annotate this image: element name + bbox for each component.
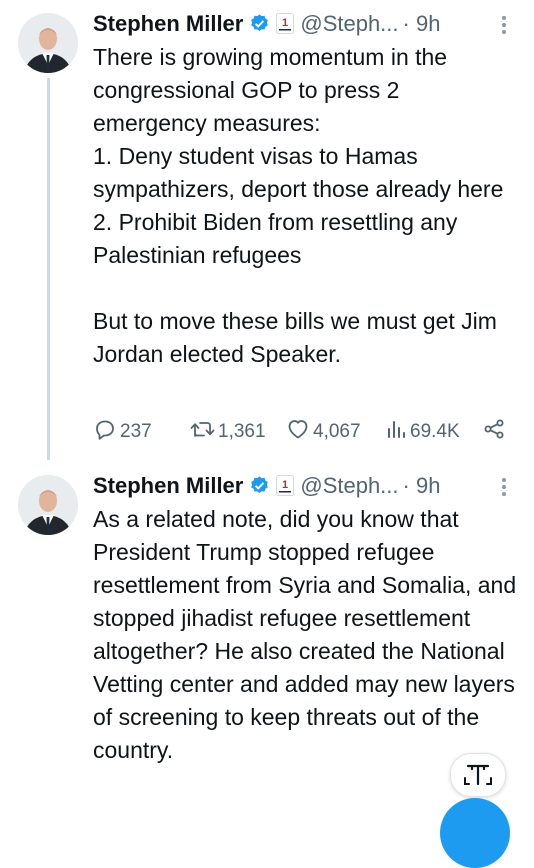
- verified-badge-icon: [249, 12, 270, 33]
- views-icon: [388, 421, 405, 438]
- avatar[interactable]: [18, 13, 78, 73]
- more-options-icon[interactable]: [496, 9, 512, 39]
- timestamp[interactable]: · 9h: [403, 473, 441, 498]
- thread-line: [47, 78, 50, 460]
- reply-button[interactable]: 237: [93, 417, 152, 447]
- svg-text:1: 1: [282, 17, 288, 29]
- views-count: 69.4K: [410, 421, 460, 442]
- repost-icon: [190, 422, 215, 437]
- more-options-icon[interactable]: [496, 471, 512, 501]
- affiliate-badge-icon[interactable]: 1: [276, 12, 295, 34]
- share-icon: [484, 419, 504, 439]
- repost-button[interactable]: 1,361: [189, 417, 266, 447]
- author-handle[interactable]: @Steph...: [300, 11, 398, 36]
- repost-count: 1,361: [218, 421, 266, 442]
- tweet-actions: 237 1,361 4,067 69.4K: [93, 417, 513, 447]
- author-name[interactable]: Stephen Miller: [93, 473, 243, 498]
- affiliate-badge-icon[interactable]: 1: [276, 474, 295, 496]
- tweet[interactable]: Stephen Miller 1 @Steph... · 9h There is gr…: [0, 0, 534, 460]
- tweet-text: As a related note, did you know that Pre…: [93, 506, 517, 763]
- share-button[interactable]: [482, 417, 506, 447]
- tweet-header: Stephen Miller 1 @Steph... · 9h: [93, 9, 524, 39]
- author-handle[interactable]: @Steph...: [300, 473, 398, 498]
- like-count: 4,067: [313, 421, 361, 442]
- views-button[interactable]: 69.4K: [385, 417, 460, 447]
- avatar[interactable]: [18, 475, 78, 535]
- like-button[interactable]: 4,067: [286, 417, 361, 447]
- reply-icon: [96, 420, 114, 440]
- tweet-text: There is growing momentum in the congres…: [93, 44, 504, 367]
- compose-button[interactable]: [440, 798, 510, 868]
- timestamp[interactable]: · 9h: [403, 11, 441, 36]
- author-name[interactable]: Stephen Miller: [93, 11, 243, 36]
- translate-icon: [464, 764, 492, 786]
- verified-badge-icon: [249, 474, 270, 495]
- reply-count: 237: [120, 421, 152, 442]
- svg-text:1: 1: [282, 479, 288, 491]
- translate-button[interactable]: [450, 753, 506, 797]
- tweet-header: Stephen Miller 1 @Steph... · 9h: [93, 471, 524, 501]
- like-icon: [288, 420, 308, 439]
